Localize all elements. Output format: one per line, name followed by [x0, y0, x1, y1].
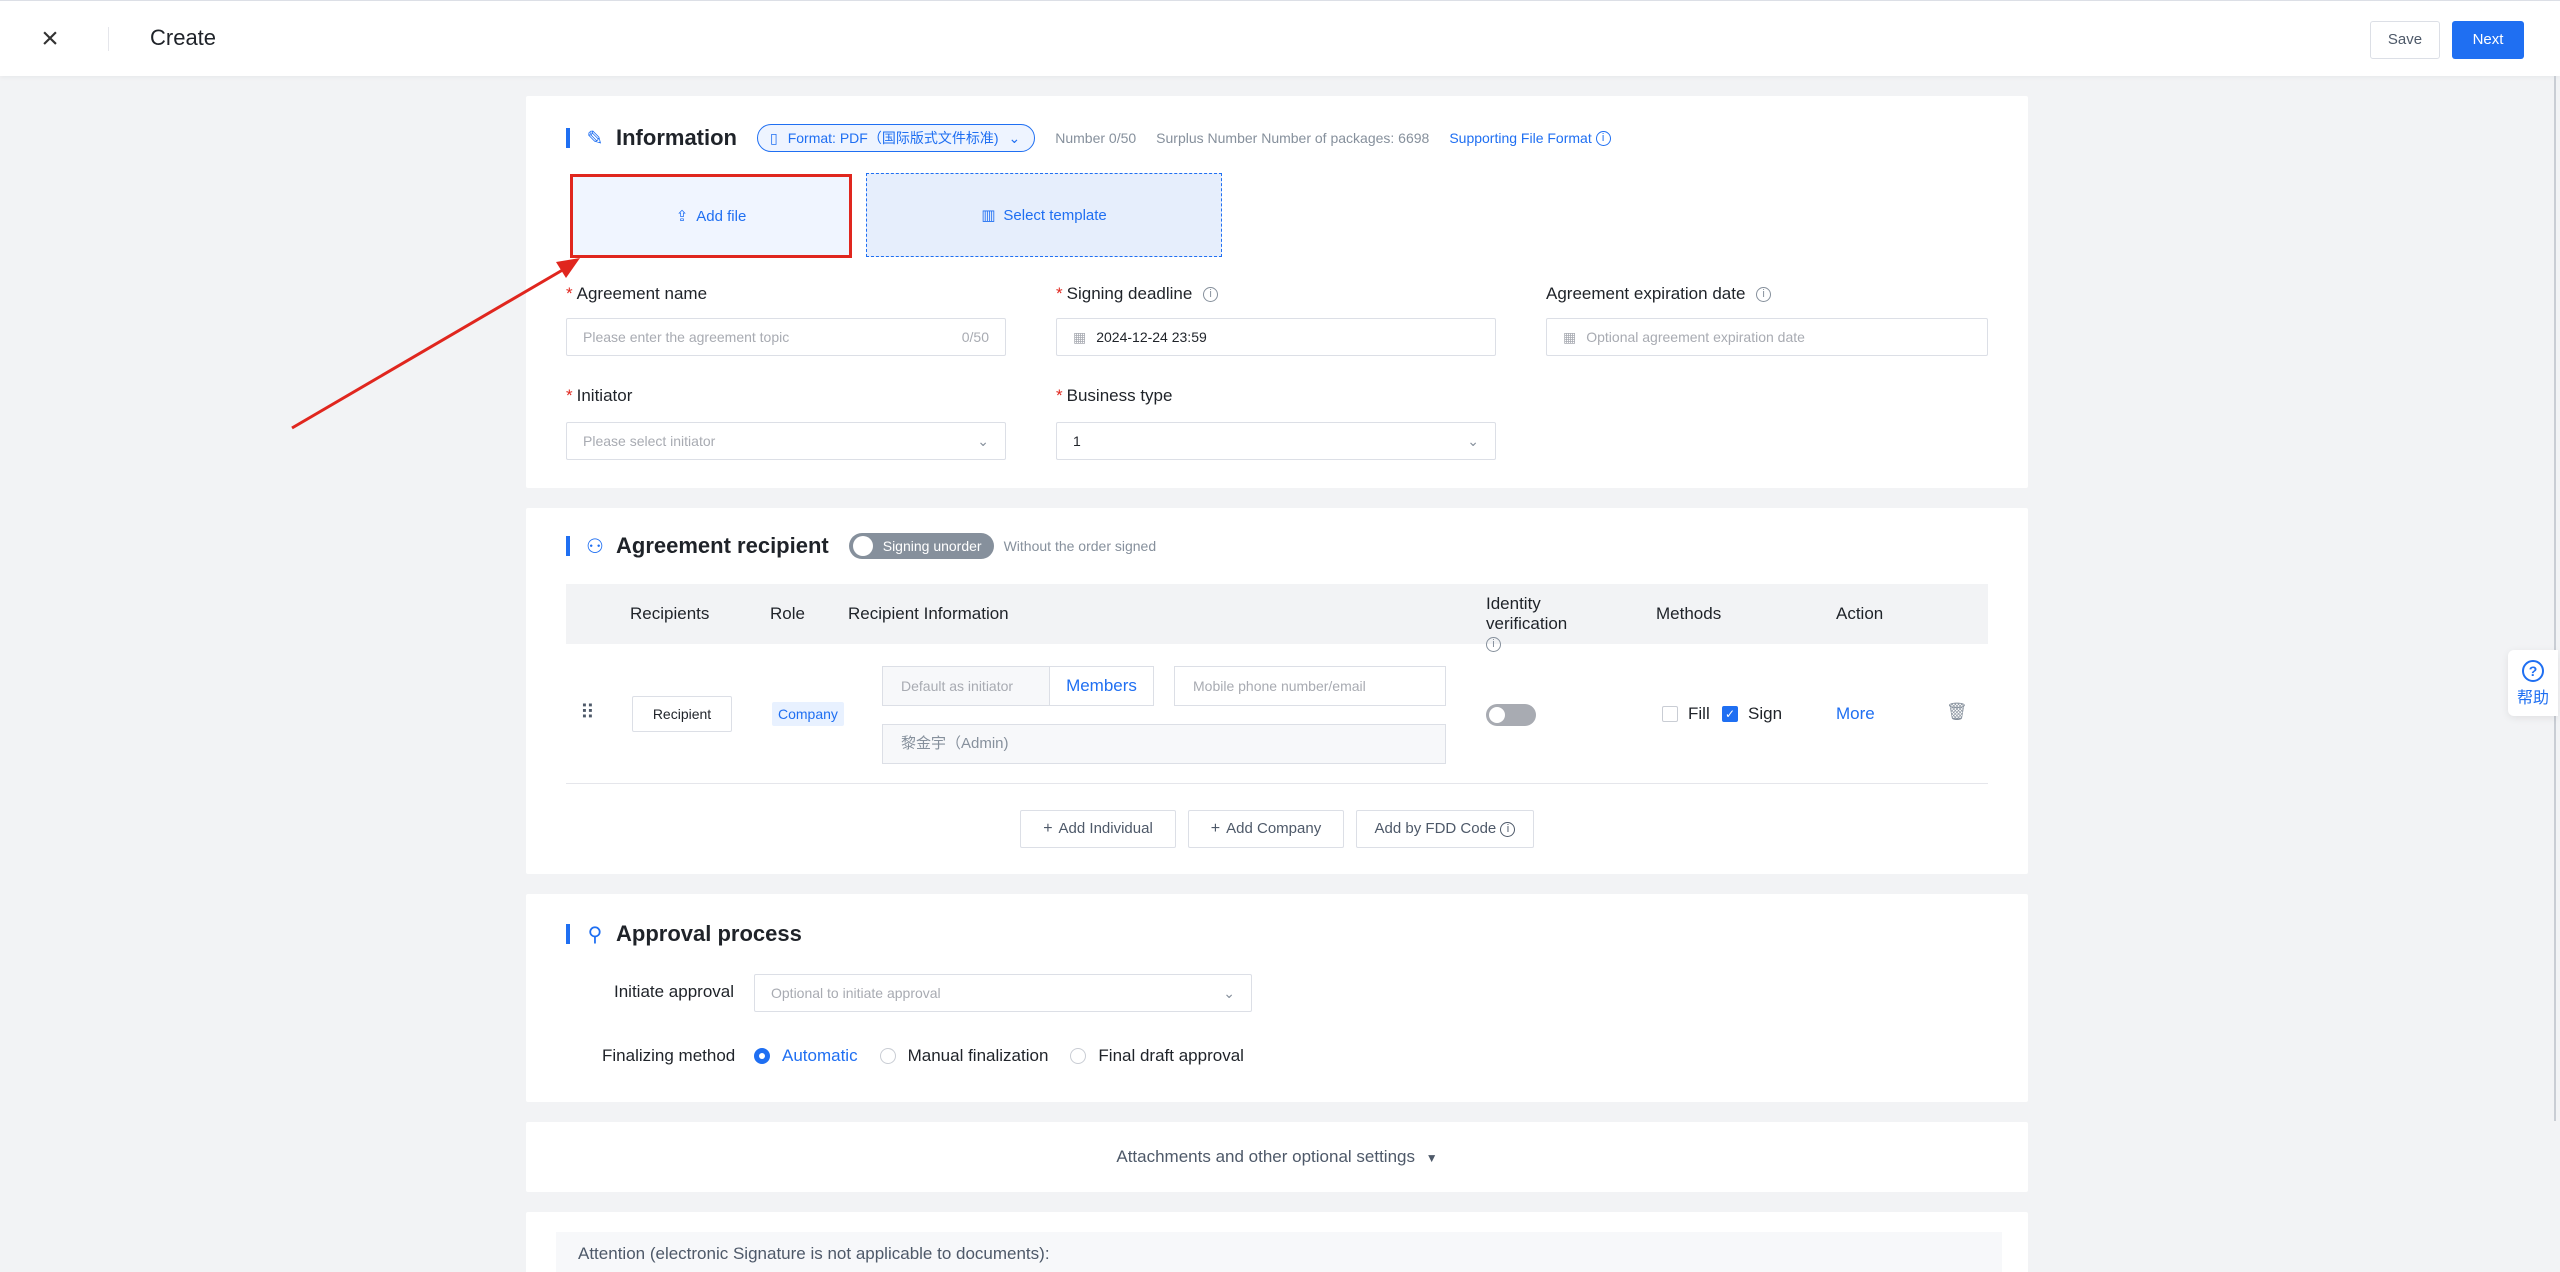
annotation-arrow [291, 258, 580, 430]
arrow-shaft [291, 266, 567, 430]
arrow-head [556, 258, 580, 278]
